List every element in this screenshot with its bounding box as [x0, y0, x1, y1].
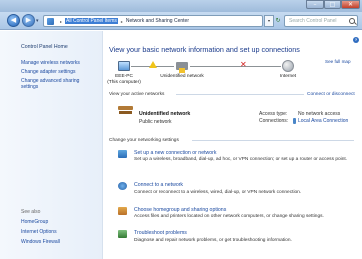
- sidebar-control-panel-home[interactable]: Control Panel Home: [21, 44, 68, 50]
- breadcrumb-network-sharing-center[interactable]: Network and Sharing Center: [126, 18, 189, 24]
- setup-connection-link[interactable]: Set up a new connection or network: [134, 150, 216, 156]
- sidebar-change-advanced-sharing[interactable]: Change advanced sharing settings: [21, 78, 91, 90]
- ethernet-icon: [293, 118, 296, 124]
- network-map-label: Unidentified network: [160, 74, 204, 79]
- control-panel-icon: [47, 17, 54, 25]
- recent-pages-dropdown[interactable]: ▾: [36, 18, 39, 24]
- connect-disconnect-link[interactable]: Connect or disconnect: [307, 92, 355, 97]
- computer-name: EEE-PC: [115, 74, 133, 79]
- section-divider: [192, 140, 354, 141]
- setup-connection-desc: Set up a wireless, broadband, dial-up, a…: [134, 157, 348, 162]
- computer-icon: [118, 61, 130, 71]
- access-type-value: No network access: [298, 111, 341, 117]
- warning-icon: [149, 61, 157, 68]
- homegroup-sharing-link[interactable]: Choose homegroup and sharing options: [134, 207, 226, 213]
- public-network-bench-icon: [118, 106, 133, 116]
- title-bar: – □ ✕: [0, 0, 362, 12]
- active-networks-heading: View your active networks: [109, 92, 165, 97]
- search-placeholder: Search Control Panel: [289, 18, 337, 24]
- breadcrumb-all-items[interactable]: All Control Panel Items: [65, 18, 118, 24]
- forward-button[interactable]: ▶: [22, 14, 35, 27]
- close-button[interactable]: ✕: [341, 0, 360, 9]
- search-icon[interactable]: [349, 18, 355, 24]
- networking-settings-heading: Change your networking settings: [109, 138, 179, 143]
- refresh-button[interactable]: ↻: [274, 15, 282, 27]
- page-title: View your basic network information and …: [109, 45, 300, 54]
- address-bar[interactable]: ▸ All Control Panel Items ▸ Network and …: [43, 15, 263, 27]
- back-button[interactable]: ◀: [7, 14, 20, 27]
- active-network-type-link[interactable]: Public network: [139, 119, 172, 125]
- globe-icon: [282, 60, 294, 72]
- internet-label: Internet: [279, 74, 297, 79]
- network-icon: [175, 60, 189, 74]
- main-content: ? View your basic network information an…: [104, 31, 362, 259]
- sidebar-windows-firewall[interactable]: Windows Firewall: [21, 239, 101, 245]
- troubleshoot-link[interactable]: Troubleshoot problems: [134, 230, 187, 236]
- connection-line: [190, 66, 281, 67]
- connect-network-icon: [118, 182, 127, 190]
- maximize-button[interactable]: □: [324, 0, 341, 9]
- sidebar-homegroup[interactable]: HomeGroup: [21, 219, 101, 225]
- sidebar-internet-options[interactable]: Internet Options: [21, 229, 101, 235]
- computer-sublabel: (This computer): [107, 80, 141, 85]
- chevron-right-icon: ▸: [60, 18, 63, 24]
- disconnected-x-icon: ✕: [240, 60, 247, 69]
- connect-network-link[interactable]: Connect to a network: [134, 182, 183, 188]
- homegroup-icon: [118, 207, 127, 215]
- homegroup-sharing-desc: Access files and printers located on oth…: [134, 214, 324, 219]
- help-icon[interactable]: ?: [353, 37, 359, 43]
- new-connection-icon: [118, 150, 127, 158]
- active-network-name: Unidentified network: [139, 111, 191, 117]
- troubleshoot-icon: [118, 230, 127, 238]
- connections-label: Connections:: [259, 118, 289, 124]
- see-full-map-link[interactable]: See full map: [325, 59, 351, 64]
- troubleshoot-desc: Diagnose and repair network problems, or…: [134, 238, 292, 243]
- access-type-label: Access type:: [259, 111, 288, 117]
- search-input[interactable]: Search Control Panel: [284, 15, 358, 27]
- see-also-heading: See also: [21, 209, 41, 215]
- address-dropdown-button[interactable]: ▾: [264, 15, 274, 27]
- minimize-button[interactable]: –: [306, 0, 324, 9]
- navigation-bar: ◀ ▶ ▾ ▸ All Control Panel Items ▸ Networ…: [0, 12, 362, 30]
- sidebar-change-adapter[interactable]: Change adapter settings: [21, 69, 101, 75]
- sidebar: Control Panel Home Manage wireless netwo…: [0, 31, 103, 259]
- sidebar-manage-wireless[interactable]: Manage wireless networks: [21, 60, 101, 66]
- section-divider: [176, 94, 304, 95]
- local-area-connection-link[interactable]: Local Area Connection: [298, 118, 348, 124]
- connect-network-desc: Connect or reconnect to a wireless, wire…: [134, 190, 302, 195]
- chevron-right-icon: ▸: [120, 18, 123, 24]
